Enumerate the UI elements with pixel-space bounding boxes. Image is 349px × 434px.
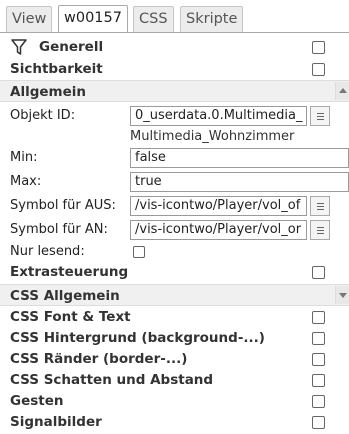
min-label: Min: [10,150,38,165]
section-css-font[interactable]: CSS Font & Text [0,307,349,328]
section-sichtbarkeit-label: Sichtbarkeit [10,61,103,77]
section-extrasteuerung-label: Extrasteuerung [10,264,129,280]
field-symbol-an: Symbol für AN: /vis-icontwo/Player/vol_o… [0,218,349,242]
max-label: Max: [10,174,42,189]
section-gesten-label: Gesten [10,393,64,409]
section-css-hintergrund-label: CSS Hintergrund (background-...) [10,330,265,346]
tab-css[interactable]: CSS [133,6,174,32]
tab-bar: View w00157 CSS Skripte [0,0,349,34]
symbol-an-picker-button[interactable] [310,220,330,240]
nur-lesend-checkbox[interactable] [133,246,145,258]
arrow-down-icon [339,293,347,298]
section-css-raender[interactable]: CSS Ränder (border-...) [0,349,349,370]
min-input[interactable]: false [130,148,349,168]
objekt-id-name: Multimedia_Wohnzimmer [130,129,295,144]
extrasteuerung-checkbox[interactable] [312,266,325,279]
section-allgemein[interactable]: Allgemein [0,80,349,102]
tab-view[interactable]: View [6,6,53,32]
field-min: Min: false [0,146,349,170]
section-css-schatten[interactable]: CSS Schatten und Abstand [0,370,349,391]
generell-checkbox[interactable] [312,41,325,54]
section-css-font-label: CSS Font & Text [10,309,131,325]
section-css-raender-label: CSS Ränder (border-...) [10,351,188,367]
section-css-allgemein-label: CSS Allgemein [10,288,120,304]
section-sichtbarkeit[interactable]: Sichtbarkeit [0,59,349,79]
section-css-allgemein[interactable]: CSS Allgemein [0,284,349,306]
css-schatten-checkbox[interactable] [312,374,325,387]
objekt-id-subtitle-row: Multimedia_Wohnzimmer [0,128,349,146]
symbol-an-label: Symbol für AN: [10,222,108,237]
nur-lesend-label: Nur lesend: [10,244,85,259]
objekt-id-label: Objekt ID: [10,108,76,123]
filter-icon[interactable] [10,38,28,56]
section-extrasteuerung[interactable]: Extrasteuerung [0,262,349,283]
list-icon [317,113,324,120]
css-font-checkbox[interactable] [312,311,325,324]
section-signalbilder[interactable]: Signalbilder [0,412,349,433]
section-generell[interactable]: Generell [0,37,349,57]
tab-widget[interactable]: w00157 [58,5,128,33]
css-raender-checkbox[interactable] [312,353,325,366]
css-hintergrund-checkbox[interactable] [312,332,325,345]
symbol-aus-input[interactable]: /vis-icontwo/Player/vol_of [130,196,307,216]
field-symbol-aus: Symbol für AUS: /vis-icontwo/Player/vol_… [0,194,349,218]
field-max: Max: true [0,170,349,194]
section-css-hintergrund[interactable]: CSS Hintergrund (background-...) [0,328,349,349]
arrow-up-icon [339,88,347,93]
objekt-id-picker-button[interactable] [310,106,330,126]
field-nur-lesend: Nur lesend: [0,242,349,262]
objekt-id-input[interactable]: 0_userdata.0.Multimedia_ [130,106,307,126]
signalbilder-checkbox[interactable] [312,416,325,429]
section-gesten[interactable]: Gesten [0,391,349,412]
symbol-an-input[interactable]: /vis-icontwo/Player/vol_or [130,220,307,240]
field-objekt-id: Objekt ID: 0_userdata.0.Multimedia_ [0,104,349,128]
scroll-up-button[interactable] [335,82,349,100]
section-css-schatten-label: CSS Schatten und Abstand [10,372,214,388]
sichtbarkeit-checkbox[interactable] [312,63,325,76]
symbol-aus-label: Symbol für AUS: [10,198,116,213]
list-icon [317,227,324,234]
section-allgemein-label: Allgemein [10,84,86,100]
tab-skripte[interactable]: Skripte [180,6,244,32]
max-input[interactable]: true [130,172,349,192]
scroll-down-button[interactable] [335,286,349,304]
section-generell-label: Generell [39,39,104,55]
tab-divider [0,32,349,33]
symbol-aus-picker-button[interactable] [310,196,330,216]
gesten-checkbox[interactable] [312,395,325,408]
section-signalbilder-label: Signalbilder [10,414,102,430]
list-icon [317,203,324,210]
